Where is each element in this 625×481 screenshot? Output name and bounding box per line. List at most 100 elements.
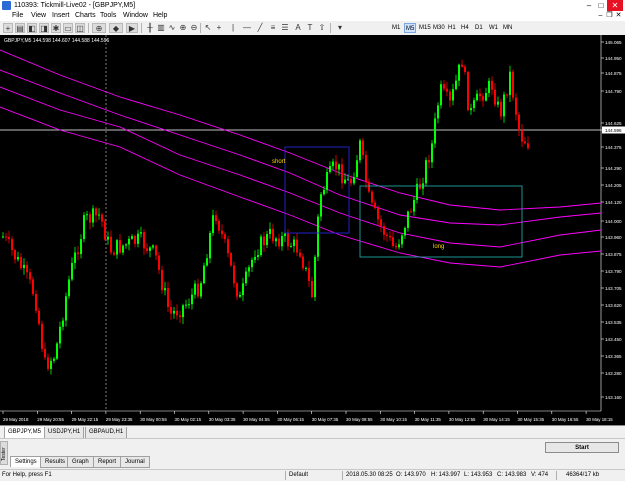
menu-file[interactable]: File bbox=[12, 11, 23, 21]
menu-insert[interactable]: Insert bbox=[52, 11, 70, 21]
start-button[interactable]: Start bbox=[545, 442, 619, 453]
help-text: For Help, press F1 bbox=[2, 472, 52, 478]
envelope-line-4 bbox=[0, 106, 602, 268]
minimize-button[interactable]: – bbox=[583, 0, 595, 11]
bear-candle bbox=[311, 280, 313, 298]
periods-icon[interactable]: ▾ bbox=[335, 23, 345, 33]
arrows-icon[interactable]: ⇧ bbox=[317, 23, 327, 33]
line-chart-icon[interactable]: ∿ bbox=[167, 23, 177, 33]
mdi-restore-button[interactable]: ❐ bbox=[605, 11, 614, 21]
mdi-close-button[interactable]: ✕ bbox=[614, 11, 623, 21]
price-label: 144.625 bbox=[605, 121, 622, 126]
bear-candle bbox=[479, 93, 481, 97]
time-label: 29 May 22:15 bbox=[72, 417, 99, 422]
vertical-line-icon[interactable]: | bbox=[228, 23, 238, 33]
maximize-button[interactable]: □ bbox=[595, 0, 607, 11]
tab-settings[interactable]: Settings bbox=[10, 456, 42, 467]
horizontal-line-icon[interactable]: — bbox=[242, 23, 252, 33]
bear-candle bbox=[296, 239, 298, 253]
bull-candle bbox=[248, 267, 250, 272]
menu-bar: File View Insert Charts Tools Window Hel… bbox=[0, 11, 625, 21]
data-window-icon[interactable]: ◨ bbox=[39, 23, 49, 33]
price-label: 143.705 bbox=[605, 286, 622, 291]
bull-candle bbox=[320, 194, 322, 217]
bar-volume: V: 474 bbox=[531, 472, 549, 478]
price-chart[interactable]: short long 145.065 144.950 144.875 144.790 144… bbox=[0, 35, 625, 425]
tester-side-label[interactable]: Tester bbox=[0, 441, 8, 465]
bull-candle bbox=[251, 259, 253, 268]
bear-candle bbox=[341, 164, 343, 184]
bull-candle bbox=[293, 239, 295, 246]
bull-candle bbox=[137, 233, 139, 244]
bull-candle bbox=[398, 244, 400, 248]
metaeditor-icon[interactable]: ◆ bbox=[109, 23, 123, 33]
timeframe-m1[interactable]: M1 bbox=[391, 23, 401, 33]
terminal-icon[interactable]: ▭ bbox=[63, 23, 73, 33]
app-icon bbox=[2, 1, 11, 10]
cursor-icon[interactable]: ↖ bbox=[203, 23, 213, 33]
bull-candle bbox=[326, 172, 328, 190]
tab-journal[interactable]: Journal bbox=[120, 456, 150, 468]
timeframe-m5[interactable]: M5 bbox=[404, 23, 417, 33]
timeframe-m30[interactable]: M30 bbox=[432, 23, 446, 33]
tab-results[interactable]: Results bbox=[40, 456, 71, 468]
price-label: 144.000 bbox=[605, 219, 622, 224]
time-label: 30 May 02:15 bbox=[175, 417, 202, 422]
chart-area[interactable]: short long 145.065 144.950 144.875 144.790 144… bbox=[0, 35, 625, 425]
bull-candle bbox=[128, 238, 130, 245]
price-label: 143.160 bbox=[605, 395, 622, 400]
bear-candle bbox=[446, 88, 448, 92]
bull-candle bbox=[440, 84, 442, 106]
new-chart-icon[interactable]: + bbox=[3, 23, 13, 33]
bar-close: C: 143.983 bbox=[497, 472, 527, 478]
timeframe-w1[interactable]: W1 bbox=[488, 23, 499, 33]
bear-candle bbox=[41, 323, 43, 349]
trendline-icon[interactable]: ╱ bbox=[255, 23, 265, 33]
bull-candle bbox=[257, 255, 259, 257]
time-label: 30 May 07:35 bbox=[312, 417, 339, 422]
bear-candle bbox=[179, 315, 181, 318]
candlestick-icon[interactable]: ▥ bbox=[156, 23, 166, 33]
menu-tools[interactable]: Tools bbox=[100, 11, 116, 21]
bear-candle bbox=[302, 256, 304, 269]
price-label: 144.205 bbox=[605, 183, 622, 188]
menu-view[interactable]: View bbox=[31, 11, 46, 21]
timeframe-h4[interactable]: H4 bbox=[460, 23, 470, 33]
market-watch-icon[interactable]: ◧ bbox=[27, 23, 37, 33]
bull-candle bbox=[266, 233, 268, 246]
tester-icon[interactable]: ◫ bbox=[75, 23, 85, 33]
bull-candle bbox=[269, 228, 271, 234]
profiles-icon[interactable]: ▤ bbox=[15, 23, 25, 33]
timeframe-h1[interactable]: H1 bbox=[447, 23, 457, 33]
crosshair-icon[interactable]: + bbox=[214, 23, 224, 33]
fibonacci-icon[interactable]: ☰ bbox=[280, 23, 290, 33]
bull-candle bbox=[131, 236, 133, 239]
new-order-icon[interactable]: ⊕ bbox=[92, 23, 106, 33]
timeframe-d1[interactable]: D1 bbox=[474, 23, 484, 33]
timeframe-m15[interactable]: M15 bbox=[418, 23, 432, 33]
bull-candle bbox=[452, 89, 454, 101]
navigator-icon[interactable]: ✱ bbox=[51, 23, 61, 33]
tab-report[interactable]: Report bbox=[93, 456, 122, 468]
time-label: 30 May 14:15 bbox=[483, 417, 510, 422]
bear-candle bbox=[392, 237, 394, 246]
autotrading-icon[interactable]: ▶ bbox=[126, 23, 138, 33]
channel-icon[interactable]: ≡ bbox=[268, 23, 278, 33]
bear-candle bbox=[368, 181, 370, 192]
bear-candle bbox=[20, 256, 22, 269]
close-button[interactable]: ✕ bbox=[607, 0, 623, 11]
label-icon[interactable]: T bbox=[305, 23, 315, 33]
bear-candle bbox=[143, 232, 145, 249]
bar-chart-icon[interactable]: ╫ bbox=[145, 23, 155, 33]
text-icon[interactable]: A bbox=[293, 23, 303, 33]
menu-window[interactable]: Window bbox=[123, 11, 148, 21]
menu-charts[interactable]: Charts bbox=[75, 11, 96, 21]
timeframe-mn[interactable]: MN bbox=[502, 23, 513, 33]
bull-candle bbox=[488, 80, 490, 93]
zoom-in-icon[interactable]: ⊕ bbox=[178, 23, 188, 33]
zoom-out-icon[interactable]: ⊖ bbox=[189, 23, 199, 33]
mdi-minimize-button[interactable]: – bbox=[596, 11, 605, 21]
tab-graph[interactable]: Graph bbox=[67, 456, 94, 468]
bull-candle bbox=[497, 101, 499, 105]
menu-help[interactable]: Help bbox=[153, 11, 167, 21]
